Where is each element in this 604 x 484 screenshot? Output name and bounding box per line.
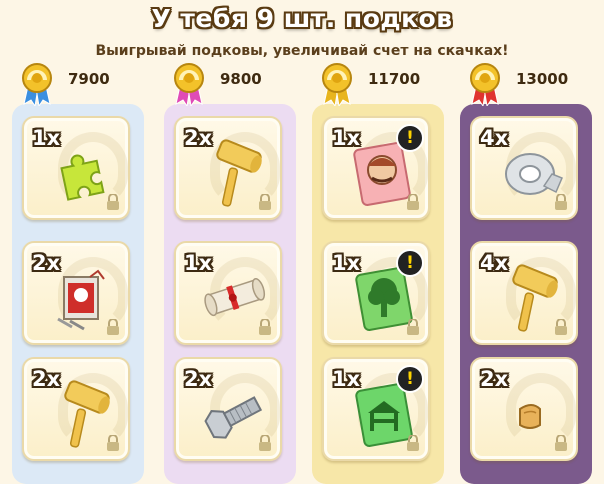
reward-slot[interactable]: 1x! bbox=[322, 241, 430, 345]
lock-icon bbox=[258, 318, 272, 335]
reward-slot[interactable]: 2x bbox=[174, 116, 282, 220]
horseshoe-medal-icon bbox=[168, 62, 210, 108]
exclamation-alert-icon: ! bbox=[396, 249, 424, 277]
lock-icon bbox=[554, 434, 568, 451]
reward-slot[interactable]: 2x bbox=[470, 357, 578, 461]
lock-icon bbox=[106, 434, 120, 451]
horseshoe-medal-icon bbox=[16, 62, 58, 108]
horseshoe-medal-icon bbox=[316, 62, 358, 108]
reward-slot[interactable]: 1x! bbox=[322, 357, 430, 461]
reward-column-header: 11700 bbox=[316, 62, 442, 108]
horseshoe-price: 7900 bbox=[68, 70, 110, 88]
lock-icon bbox=[258, 434, 272, 451]
item-quantity: 1x bbox=[332, 251, 361, 275]
reward-column-header: 7900 bbox=[16, 62, 142, 108]
item-quantity: 4x bbox=[480, 126, 509, 150]
lock-icon bbox=[554, 318, 568, 335]
item-quantity: 1x bbox=[32, 126, 61, 150]
exclamation-alert-icon: ! bbox=[396, 124, 424, 152]
page-title: У тебя 9 шт. подков bbox=[151, 4, 453, 33]
item-quantity: 2x bbox=[32, 367, 61, 391]
lock-icon bbox=[406, 193, 420, 210]
item-quantity: 2x bbox=[184, 126, 213, 150]
page-subtitle: Выигрывай подковы, увеличивай счет на ск… bbox=[95, 43, 509, 59]
reward-slot[interactable]: 4x bbox=[470, 241, 578, 345]
item-quantity: 2x bbox=[480, 367, 509, 391]
reward-slot[interactable]: 2x bbox=[22, 357, 130, 461]
reward-slot[interactable]: 2x bbox=[174, 357, 282, 461]
reward-slot[interactable]: 1x bbox=[22, 116, 130, 220]
item-quantity: 2x bbox=[32, 251, 61, 275]
reward-column-header: 13000 bbox=[464, 62, 590, 108]
reward-column-header: 9800 bbox=[168, 62, 294, 108]
horseshoe-medal-icon bbox=[464, 62, 506, 108]
lock-icon bbox=[106, 193, 120, 210]
lock-icon bbox=[406, 434, 420, 451]
reward-slot[interactable]: 1x! bbox=[322, 116, 430, 220]
horseshoe-price: 13000 bbox=[516, 70, 569, 88]
lock-icon bbox=[258, 193, 272, 210]
item-quantity: 2x bbox=[184, 367, 213, 391]
lock-icon bbox=[106, 318, 120, 335]
horseshoe-price: 9800 bbox=[220, 70, 262, 88]
lock-icon bbox=[554, 193, 568, 210]
lock-icon bbox=[406, 318, 420, 335]
exclamation-alert-icon: ! bbox=[396, 365, 424, 393]
item-quantity: 1x bbox=[184, 251, 213, 275]
item-quantity: 1x bbox=[332, 126, 361, 150]
horseshoe-price: 11700 bbox=[368, 70, 421, 88]
reward-slot[interactable]: 2x bbox=[22, 241, 130, 345]
item-quantity: 4x bbox=[480, 251, 509, 275]
reward-slot[interactable]: 4x bbox=[470, 116, 578, 220]
item-quantity: 1x bbox=[332, 367, 361, 391]
reward-slot[interactable]: 1x bbox=[174, 241, 282, 345]
